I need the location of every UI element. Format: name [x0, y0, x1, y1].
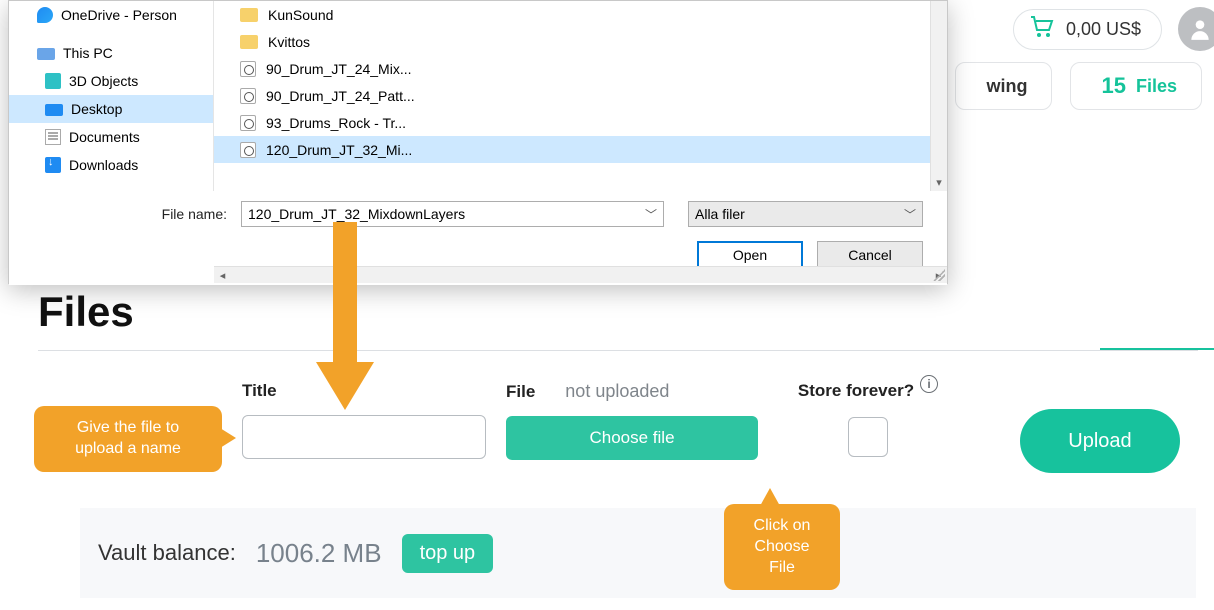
store-forever-checkbox[interactable] [848, 417, 888, 457]
cart-total: 0,00 US$ [1066, 19, 1141, 40]
file-name: 90_Drum_JT_24_Mix... [266, 61, 412, 77]
filetype-filter[interactable]: Alla filer ﹀ [688, 201, 923, 227]
callout-title: Give the file to upload a name [34, 406, 222, 472]
vertical-scrollbar[interactable]: ▾ [930, 1, 947, 191]
callout-choosefile: Click on Choose File [724, 504, 840, 590]
file-name: 90_Drum_JT_24_Patt... [266, 88, 415, 104]
file-label: File [506, 382, 535, 402]
chevron-down-icon[interactable]: ﹀ [645, 206, 657, 223]
file-name: 120_Drum_JT_32_Mi... [266, 142, 412, 158]
filename-input[interactable]: 120_Drum_JT_32_MixdownLayers ﹀ [241, 201, 664, 227]
audio-file-icon [240, 115, 256, 131]
open-button[interactable]: Open [697, 241, 803, 269]
file-name: 93_Drums_Rock - Tr... [266, 115, 406, 131]
nav-thispc[interactable]: This PC [9, 39, 213, 67]
balance-label: Vault balance: [98, 540, 236, 566]
dialog-file-list: KunSound Kvittos 90_Drum_JT_24_Mix... 90… [214, 1, 947, 191]
avatar[interactable] [1178, 7, 1214, 51]
file-name: KunSound [268, 7, 333, 23]
audio-file-icon [240, 88, 256, 104]
dialog-nav-pane: OneDrive - Person This PC 3D Objects Des… [9, 1, 214, 191]
store-column: Store forever? i [778, 381, 958, 457]
nav-thispc-label: This PC [63, 45, 113, 62]
cart-icon [1030, 16, 1054, 43]
heading-divider [38, 350, 1198, 351]
topup-button[interactable]: top up [402, 534, 494, 573]
nav-onedrive[interactable]: OneDrive - Person [9, 1, 213, 29]
file-row[interactable]: 90_Drum_JT_24_Patt... [214, 82, 947, 109]
nav-3d-label: 3D Objects [69, 73, 138, 90]
documents-icon [45, 129, 61, 145]
vault-balance-bar: Vault balance: 1006.2 MB top up [80, 508, 1196, 598]
following-label: wing [986, 76, 1027, 97]
store-forever-label: Store forever? [798, 381, 914, 401]
chevron-down-icon[interactable]: ﹀ [904, 206, 916, 223]
pc-icon [37, 48, 55, 60]
callout-title-line2: upload a name [50, 439, 206, 460]
file-row[interactable]: 90_Drum_JT_24_Mix... [214, 55, 947, 82]
upload-column: Upload [1020, 381, 1190, 473]
files-pill-label: Files [1136, 76, 1177, 97]
nav-desktop[interactable]: Desktop [9, 95, 213, 123]
filter-value: Alla filer [695, 206, 745, 222]
file-name: Kvittos [268, 34, 310, 50]
following-pill[interactable]: wing [955, 62, 1052, 110]
nav-documents-label: Documents [69, 129, 140, 146]
onedrive-icon [37, 7, 53, 23]
nav-desktop-label: Desktop [71, 101, 122, 118]
annotation-arrow [310, 222, 380, 417]
files-count: 15 [1101, 73, 1125, 99]
page-title: Files [0, 284, 1214, 350]
upload-button[interactable]: Upload [1020, 409, 1180, 473]
scroll-left-icon[interactable]: ◂ [214, 267, 231, 284]
file-row-selected[interactable]: 120_Drum_JT_32_Mi... [214, 136, 947, 163]
cancel-button[interactable]: Cancel [817, 241, 923, 269]
info-icon[interactable]: i [920, 375, 938, 393]
folder-icon [240, 35, 258, 49]
stat-pills: wing 15 Files [955, 62, 1202, 110]
downloads-icon [45, 157, 61, 173]
nav-documents[interactable]: Documents [9, 123, 213, 151]
page-topbar: 0,00 US$ [1013, 0, 1214, 58]
desktop-icon [45, 104, 63, 116]
nav-downloads-label: Downloads [69, 157, 138, 174]
upload-status: not uploaded [565, 381, 669, 402]
choose-file-button[interactable]: Choose file [506, 416, 758, 460]
cart-widget[interactable]: 0,00 US$ [1013, 9, 1162, 50]
callout-choose-line1: Click on [740, 516, 824, 537]
nav-3dobjects[interactable]: 3D Objects [9, 67, 213, 95]
scroll-down-icon[interactable]: ▾ [931, 174, 947, 191]
cube-icon [45, 73, 61, 89]
nav-onedrive-label: OneDrive - Person [61, 7, 177, 24]
balance-value: 1006.2 MB [256, 538, 382, 569]
title-input[interactable] [242, 415, 486, 459]
callout-choose-line2: Choose File [740, 537, 824, 579]
file-row[interactable]: 93_Drums_Rock - Tr... [214, 109, 947, 136]
filename-label: File name: [33, 206, 233, 222]
folder-icon [240, 8, 258, 22]
nav-downloads[interactable]: Downloads [9, 151, 213, 179]
filename-value: 120_Drum_JT_32_MixdownLayers [248, 206, 465, 222]
resize-grip[interactable] [933, 269, 945, 281]
file-column: File not uploaded Choose file [506, 381, 758, 460]
audio-file-icon [240, 61, 256, 77]
folder-row[interactable]: Kvittos [214, 28, 947, 55]
callout-title-line1: Give the file to [50, 418, 206, 439]
folder-row[interactable]: KunSound [214, 1, 947, 28]
audio-file-icon [240, 142, 256, 158]
files-pill[interactable]: 15 Files [1070, 62, 1202, 110]
file-open-dialog: OneDrive - Person This PC 3D Objects Des… [8, 0, 948, 284]
